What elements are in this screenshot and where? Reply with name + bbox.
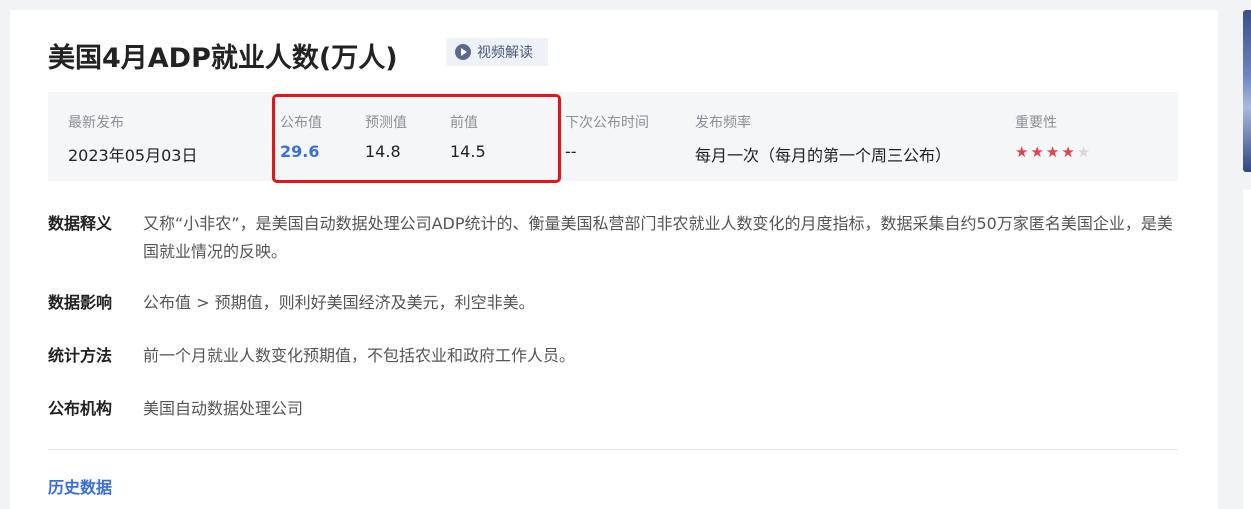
highlight-annotation-box	[272, 94, 561, 183]
next-release-block: 下次公布时间 --	[565, 112, 649, 161]
frequency-block: 发布频率 每月一次（每月的第一个周三公布）	[695, 112, 951, 166]
page-title: 美国4月ADP就业人数(万人)	[48, 43, 398, 74]
latest-value: 2023年05月03日	[68, 146, 198, 165]
importance-label: 重要性	[1015, 115, 1057, 131]
star-icon: ★	[1045, 143, 1060, 161]
info-bar: 最新发布 2023年05月03日 公布值 29.6 预测值 14.8 前值 14…	[48, 92, 1178, 183]
detail-key: 统计方法	[48, 346, 113, 365]
detail-row-publisher: 公布机构 美国自动数据处理公司	[48, 395, 1178, 423]
latest-release: 最新发布 2023年05月03日	[68, 112, 197, 166]
divider	[48, 449, 1178, 450]
detail-row-impact: 数据影响 公布值 > 预期值，则利好美国经济及美元，利空非美。	[48, 289, 1178, 317]
detail-key: 公布机构	[48, 399, 113, 418]
side-panel	[1243, 190, 1251, 509]
freq-label: 发布频率	[695, 115, 751, 131]
importance-stars: ★ ★ ★ ★ ★	[1015, 144, 1090, 160]
video-label: 视频解读	[477, 45, 533, 61]
side-thumbnail-image[interactable]	[1243, 10, 1251, 172]
next-value: --	[565, 142, 577, 161]
next-label: 下次公布时间	[565, 115, 649, 131]
freq-value: 每月一次（每月的第一个周三公布）	[695, 146, 952, 165]
star-icon: ★	[1076, 143, 1091, 161]
detail-key: 数据影响	[48, 293, 113, 312]
video-interpretation-button[interactable]: 视频解读	[446, 38, 548, 66]
star-icon: ★	[1030, 143, 1044, 161]
detail-value: 公布值 > 预期值，则利好美国经济及美元，利空非美。	[143, 293, 535, 312]
star-icon: ★	[1061, 143, 1075, 161]
play-icon	[455, 44, 471, 60]
detail-key: 数据释义	[48, 214, 113, 233]
star-icon: ★	[1015, 143, 1029, 161]
detail-row-definition: 数据释义 又称“小非农”，是美国自动数据处理公司ADP统计的、衡量美国私营部门非…	[48, 210, 1178, 266]
detail-value: 又称“小非农”，是美国自动数据处理公司ADP统计的、衡量美国私营部门非农就业人数…	[143, 214, 1173, 261]
indicator-card: 美国4月ADP就业人数(万人) 视频解读 最新发布 2023年05月03日 公布…	[10, 10, 1218, 509]
latest-label: 最新发布	[68, 115, 124, 131]
detail-value: 美国自动数据处理公司	[143, 399, 304, 418]
detail-row-method: 统计方法 前一个月就业人数变化预期值，不包括农业和政府工作人员。	[48, 342, 1178, 370]
history-data-link[interactable]: 历史数据	[48, 474, 112, 498]
detail-value: 前一个月就业人数变化预期值，不包括农业和政府工作人员。	[143, 346, 576, 365]
importance-block: 重要性 ★ ★ ★ ★ ★	[1015, 112, 1090, 160]
